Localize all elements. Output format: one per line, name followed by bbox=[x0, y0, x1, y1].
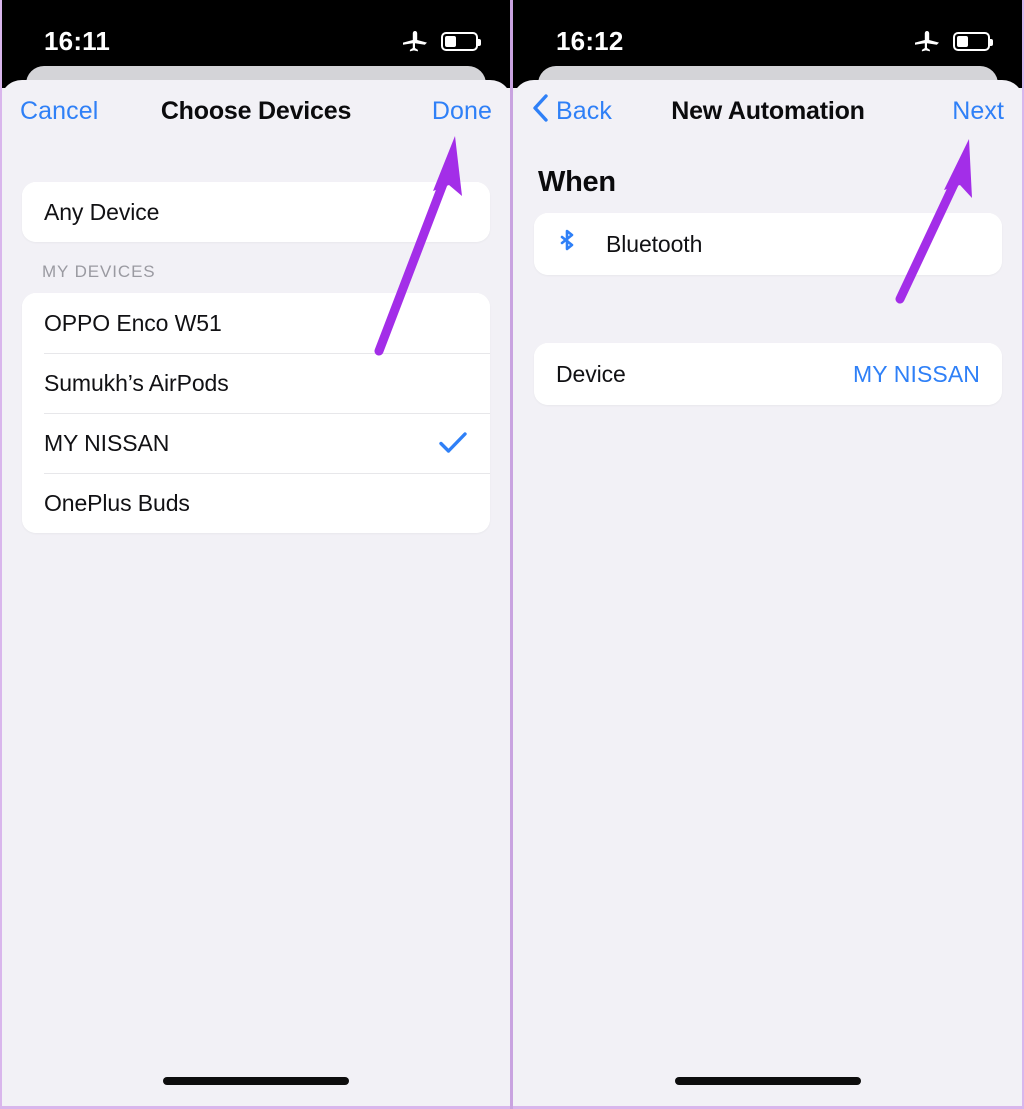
bluetooth-icon bbox=[556, 228, 590, 260]
checkmark-icon bbox=[438, 430, 468, 456]
nav-bar: Back New Automation Next bbox=[512, 80, 1024, 142]
nav-right-area: Next bbox=[894, 97, 1004, 126]
done-button[interactable]: Done bbox=[432, 97, 492, 126]
status-bar-time: 16:12 bbox=[556, 26, 624, 56]
modal-sheet: Back New Automation Next When Bluetooth bbox=[512, 80, 1024, 1109]
back-button-label: Back bbox=[556, 96, 612, 125]
sheet-content: Any Device MY DEVICES OPPO Enco W51 Sumu… bbox=[0, 142, 512, 533]
back-button[interactable]: Back bbox=[532, 93, 612, 129]
status-bar-time: 16:11 bbox=[44, 26, 111, 56]
table-row[interactable]: Sumukh’s AirPods bbox=[22, 353, 490, 413]
list-item-bluetooth-trigger[interactable]: Bluetooth bbox=[534, 213, 1002, 275]
phone-panel-choose-devices: 16:11 Cancel Choose Devices Done Any Dev… bbox=[0, 0, 512, 1109]
trigger-card: Bluetooth bbox=[534, 213, 1002, 275]
nav-left-area: Cancel bbox=[20, 97, 130, 126]
nav-title: New Automation bbox=[671, 96, 865, 125]
any-device-label: Any Device bbox=[44, 198, 160, 225]
my-devices-card: OPPO Enco W51 Sumukh’s AirPods MY NISSAN… bbox=[22, 293, 490, 533]
status-bar-indicators bbox=[914, 26, 993, 53]
battery-icon bbox=[953, 31, 993, 51]
device-name: OPPO Enco W51 bbox=[44, 309, 222, 336]
chevron-left-icon bbox=[532, 93, 549, 129]
modal-sheet: Cancel Choose Devices Done Any Device MY… bbox=[0, 80, 512, 1109]
device-name: MY NISSAN bbox=[44, 429, 170, 456]
list-item-device[interactable]: Device MY NISSAN bbox=[534, 343, 1002, 405]
device-row-label: Device bbox=[556, 360, 626, 387]
next-button[interactable]: Next bbox=[952, 97, 1004, 126]
nav-left-area: Back bbox=[532, 93, 642, 129]
device-row-value: MY NISSAN bbox=[852, 360, 980, 387]
table-row[interactable]: MY NISSAN bbox=[22, 413, 490, 473]
status-bar-indicators bbox=[402, 26, 481, 53]
device-name: OnePlus Buds bbox=[44, 489, 190, 516]
list-item-any-device[interactable]: Any Device bbox=[22, 182, 490, 242]
battery-icon bbox=[441, 31, 481, 51]
when-section-heading: When bbox=[538, 166, 616, 198]
cancel-button[interactable]: Cancel bbox=[20, 97, 98, 126]
device-name: Sumukh’s AirPods bbox=[44, 369, 229, 396]
bluetooth-label: Bluetooth bbox=[606, 230, 703, 257]
sheet-content: When Bluetooth Device MY NISSAN bbox=[512, 142, 1024, 405]
screenshot-root: 16:11 Cancel Choose Devices Done Any Dev… bbox=[0, 0, 1024, 1109]
nav-bar: Cancel Choose Devices Done bbox=[0, 80, 512, 142]
nav-title: Choose Devices bbox=[160, 96, 352, 125]
phone-panel-new-automation: 16:12 Back New Automation Next When Blue… bbox=[512, 0, 1024, 1109]
home-indicator bbox=[163, 1077, 349, 1085]
table-row[interactable]: OPPO Enco W51 bbox=[22, 293, 490, 353]
nav-right-area: Done bbox=[382, 97, 492, 126]
airplane-mode-icon bbox=[402, 29, 428, 53]
my-devices-group-label: MY DEVICES bbox=[42, 262, 156, 281]
device-card: Device MY NISSAN bbox=[534, 343, 1002, 405]
any-device-card: Any Device bbox=[22, 182, 490, 242]
table-row[interactable]: OnePlus Buds bbox=[22, 473, 490, 533]
airplane-mode-icon bbox=[914, 29, 940, 53]
home-indicator bbox=[675, 1077, 861, 1085]
